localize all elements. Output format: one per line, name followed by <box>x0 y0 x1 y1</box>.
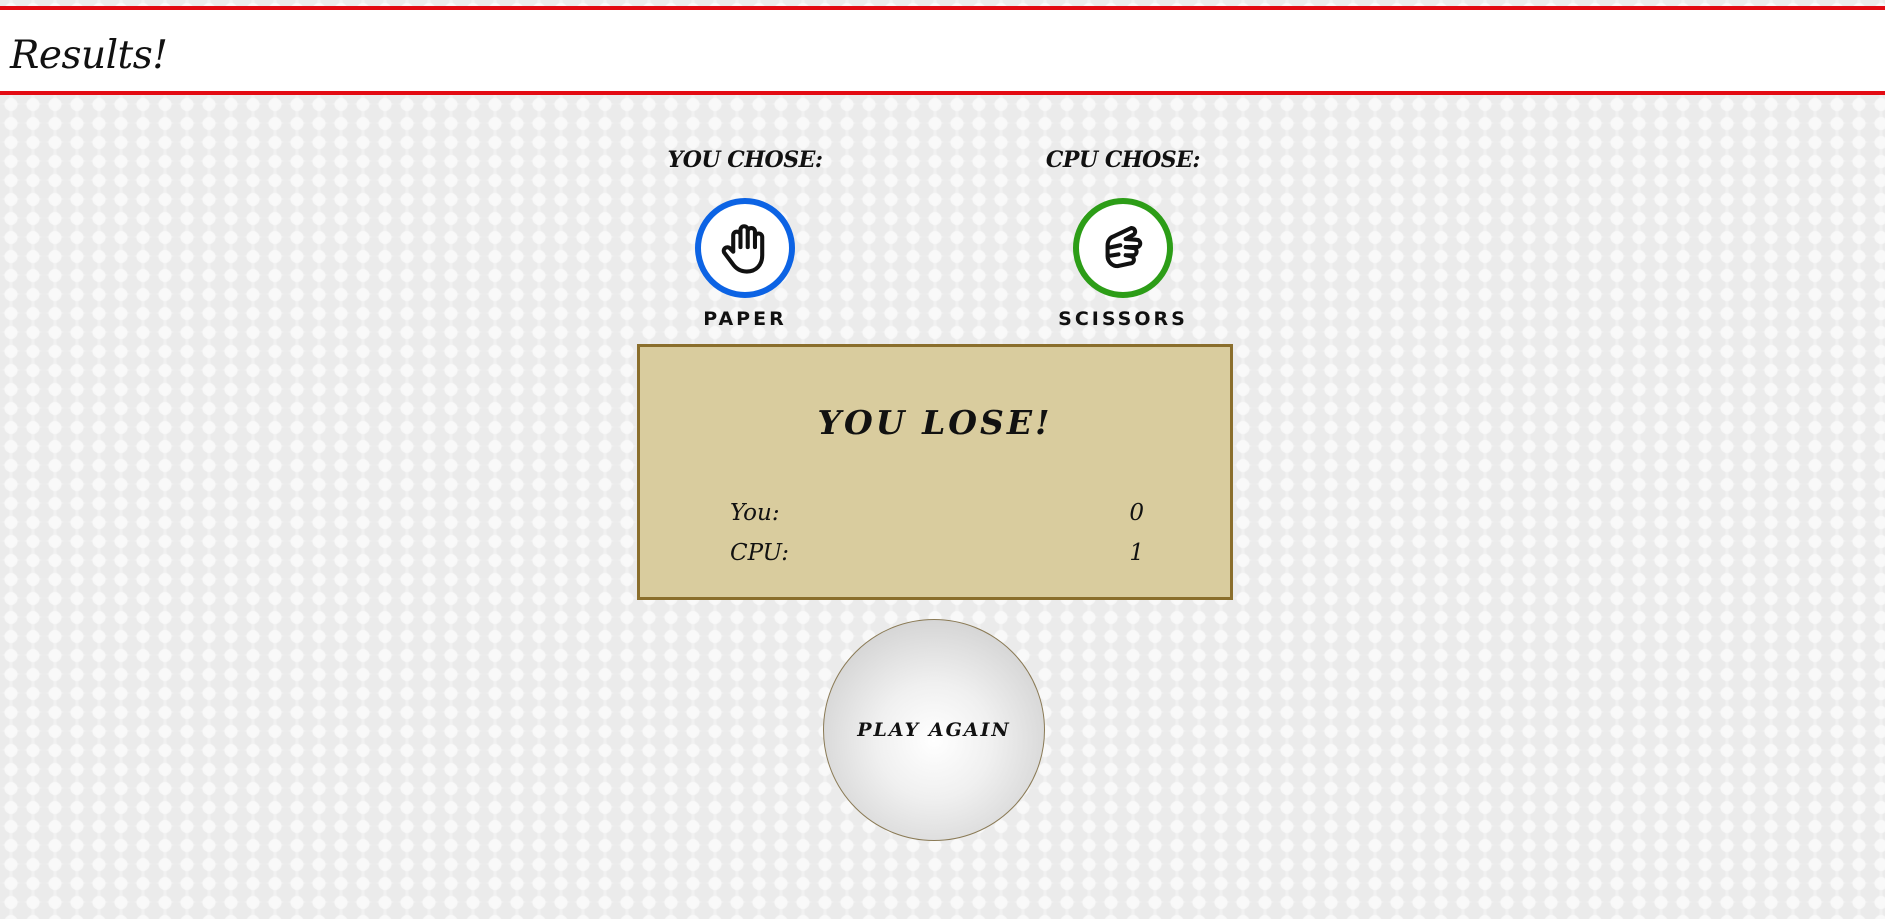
hand-scissors-icon <box>1105 226 1143 269</box>
cpu-score-label: CPU: <box>730 540 789 566</box>
player-choice-label: PAPER <box>703 308 787 330</box>
result-message: YOU LOSE! <box>817 403 1053 442</box>
player-choice-panel: YOU CHOSE: PAPER <box>635 146 855 330</box>
cpu-choice-heading: CPU CHOSE: <box>1045 147 1201 173</box>
player-score-value: 0 <box>1129 500 1144 526</box>
player-score-row: You: 0 <box>730 500 1144 526</box>
cpu-choice-badge <box>1073 198 1173 298</box>
cpu-score-value: 1 <box>1129 540 1144 566</box>
hand-paper-icon <box>721 224 765 274</box>
cpu-choice-label: SCISSORS <box>1058 308 1188 330</box>
cpu-choice-panel: CPU CHOSE: SCISSORS <box>1013 146 1233 330</box>
page-title: Results! <box>10 33 168 78</box>
player-choice-heading: YOU CHOSE: <box>667 147 823 173</box>
cpu-score-row: CPU: 1 <box>730 540 1144 566</box>
play-again-button[interactable]: PLAY AGAIN <box>823 619 1045 841</box>
results-header: Results! <box>0 6 1885 95</box>
player-choice-badge <box>695 198 795 298</box>
result-box: YOU LOSE! You: 0 CPU: 1 <box>637 344 1233 600</box>
player-score-label: You: <box>730 500 780 526</box>
